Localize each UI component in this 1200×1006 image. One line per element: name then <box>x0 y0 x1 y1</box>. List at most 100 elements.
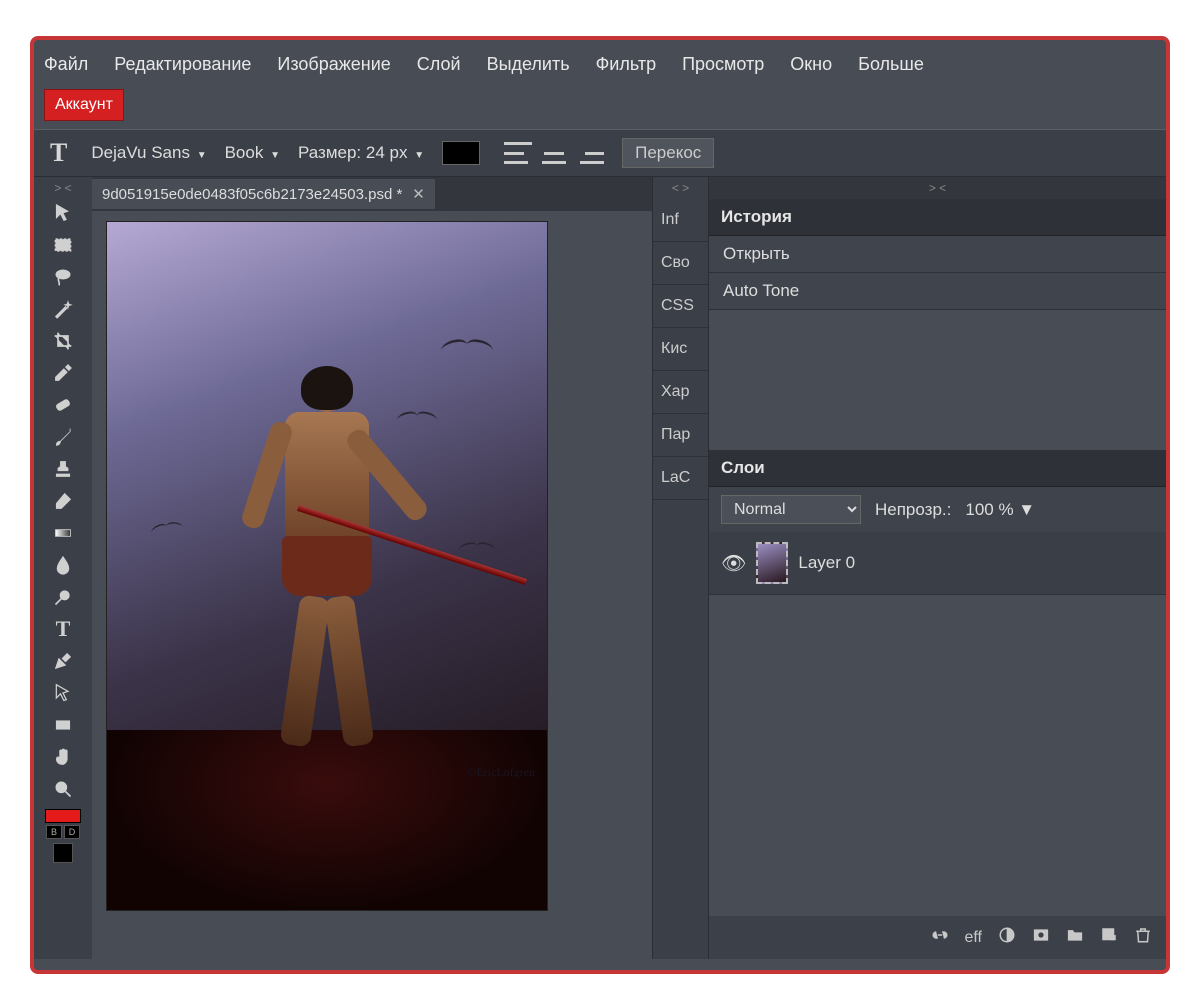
history-panel-title[interactable]: История <box>709 199 1166 236</box>
ground-decoration <box>107 730 547 910</box>
side-tab-css[interactable]: CSS <box>653 285 708 328</box>
canvas-column: 9d051915e0de0483f05c6b2173e24503.psd * ✕ <box>92 177 652 959</box>
text-align-group <box>504 142 604 164</box>
stamp-tool-icon[interactable] <box>46 453 80 485</box>
zoom-tool-icon[interactable] <box>46 773 80 805</box>
pen-tool-icon[interactable] <box>46 645 80 677</box>
menu-more[interactable]: Больше <box>858 54 924 75</box>
history-item[interactable]: Auto Tone <box>709 273 1166 310</box>
align-right-button[interactable] <box>576 142 604 164</box>
bird-decoration <box>459 543 495 556</box>
menu-layer[interactable]: Слой <box>417 54 461 75</box>
menu-window[interactable]: Окно <box>790 54 832 75</box>
folder-icon[interactable] <box>1066 926 1084 949</box>
blend-mode-select[interactable]: Normal <box>721 495 861 524</box>
canvas-area[interactable]: ©EricLofgren <box>92 211 652 959</box>
canvas-image: ©EricLofgren <box>106 221 548 911</box>
default-colors-chip[interactable]: D <box>64 825 80 839</box>
app-window: Файл Редактирование Изображение Слой Выд… <box>30 36 1170 974</box>
menu-edit[interactable]: Редактирование <box>114 54 251 75</box>
font-weight-value: Book <box>225 143 264 162</box>
mask-icon[interactable] <box>1032 926 1050 949</box>
menu-bar: Файл Редактирование Изображение Слой Выд… <box>34 40 1166 89</box>
swap-colors-chip[interactable]: B <box>46 825 62 839</box>
side-tab-character[interactable]: Хар <box>653 371 708 414</box>
wand-tool-icon[interactable] <box>46 293 80 325</box>
layers-panel: Normal Непрозр.: 100 % ▼ 👁 Layer 0 eff <box>709 487 1166 959</box>
side-tab-info[interactable]: Inf <box>653 199 708 242</box>
warrior-figure <box>262 372 392 732</box>
background-color-chip[interactable] <box>53 843 73 863</box>
text-tool-icon: T <box>44 138 73 168</box>
side-tab-paragraph[interactable]: Пар <box>653 414 708 457</box>
size-value: 24 px <box>366 143 408 162</box>
bird-decoration <box>441 340 493 358</box>
layer-thumbnail[interactable] <box>756 542 788 584</box>
align-center-button[interactable] <box>540 142 568 164</box>
heal-tool-icon[interactable] <box>46 389 80 421</box>
layers-panel-title[interactable]: Слои <box>709 450 1166 487</box>
menu-filter[interactable]: Фильтр <box>596 54 656 75</box>
marquee-tool-icon[interactable] <box>46 229 80 261</box>
opacity-dropdown[interactable]: 100 % ▼ <box>965 500 1035 520</box>
account-button[interactable]: Аккаунт <box>44 89 124 121</box>
layer-name-label[interactable]: Layer 0 <box>798 553 855 573</box>
workspace-body: > < T B D <box>34 177 1166 959</box>
close-tab-icon[interactable]: ✕ <box>412 185 425 203</box>
document-tab[interactable]: 9d051915e0de0483f05c6b2173e24503.psd * ✕ <box>92 179 435 209</box>
layer-options-row: Normal Непрозр.: 100 % ▼ <box>709 487 1166 532</box>
lasso-tool-icon[interactable] <box>46 261 80 293</box>
menu-file[interactable]: Файл <box>44 54 88 75</box>
new-layer-icon[interactable] <box>1100 926 1118 949</box>
visibility-eye-icon[interactable]: 👁 <box>721 551 746 576</box>
history-list: Открыть Auto Tone <box>709 236 1166 310</box>
bird-decoration <box>397 412 437 426</box>
move-tool-icon[interactable] <box>46 197 80 229</box>
history-empty-area <box>709 310 1166 450</box>
panel-resize-handle[interactable]: > < <box>709 177 1166 199</box>
type-tool-icon[interactable]: T <box>46 613 80 645</box>
bird-decoration <box>150 521 183 538</box>
blur-tool-icon[interactable] <box>46 549 80 581</box>
font-size-dropdown[interactable]: Размер: 24 px ▼ <box>298 143 424 163</box>
toolbox: > < T B D <box>34 177 92 959</box>
artist-signature: ©EricLofgren <box>467 765 535 780</box>
gradient-tool-icon[interactable] <box>46 517 80 549</box>
shape-tool-icon[interactable] <box>46 709 80 741</box>
font-family-value: DejaVu Sans <box>91 143 190 162</box>
font-weight-dropdown[interactable]: Book ▼ <box>225 143 280 163</box>
side-tab-layercomp[interactable]: LaC <box>653 457 708 500</box>
text-color-swatch[interactable] <box>442 141 480 165</box>
right-panels: < > Inf Сво CSS Кис Хар Пар LaC > < Исто… <box>652 177 1166 959</box>
foreground-color-chip[interactable] <box>45 809 81 823</box>
brush-tool-icon[interactable] <box>46 421 80 453</box>
path-select-tool-icon[interactable] <box>46 677 80 709</box>
eyedropper-tool-icon[interactable] <box>46 357 80 389</box>
align-left-button[interactable] <box>504 142 532 164</box>
side-tab-swatches[interactable]: Сво <box>653 242 708 285</box>
layers-footer: eff <box>709 916 1166 959</box>
link-layers-icon[interactable] <box>931 926 949 949</box>
history-item[interactable]: Открыть <box>709 236 1166 273</box>
toolbox-resize-handle[interactable]: > < <box>54 181 71 195</box>
layer-row[interactable]: 👁 Layer 0 <box>709 532 1166 595</box>
hand-tool-icon[interactable] <box>46 741 80 773</box>
opacity-label: Непрозр.: <box>875 500 951 520</box>
options-bar: T DejaVu Sans ▼ Book ▼ Размер: 24 px ▼ П… <box>34 129 1166 177</box>
menu-select[interactable]: Выделить <box>487 54 570 75</box>
menu-view[interactable]: Просмотр <box>682 54 764 75</box>
font-family-dropdown[interactable]: DejaVu Sans ▼ <box>91 143 206 163</box>
panel-stack: > < История Открыть Auto Tone Слои Norma… <box>709 177 1166 959</box>
dodge-tool-icon[interactable] <box>46 581 80 613</box>
document-tab-label: 9d051915e0de0483f05c6b2173e24503.psd * <box>102 186 402 203</box>
layers-empty-area <box>709 595 1166 916</box>
adjustment-layer-icon[interactable] <box>998 926 1016 949</box>
eraser-tool-icon[interactable] <box>46 485 80 517</box>
trash-icon[interactable] <box>1134 926 1152 949</box>
menu-image[interactable]: Изображение <box>277 54 390 75</box>
side-tabs-resize-handle[interactable]: < > <box>653 177 708 199</box>
crop-tool-icon[interactable] <box>46 325 80 357</box>
side-tab-brush[interactable]: Кис <box>653 328 708 371</box>
layer-effects-button[interactable]: eff <box>965 929 983 947</box>
skew-button[interactable]: Перекос <box>622 138 714 168</box>
